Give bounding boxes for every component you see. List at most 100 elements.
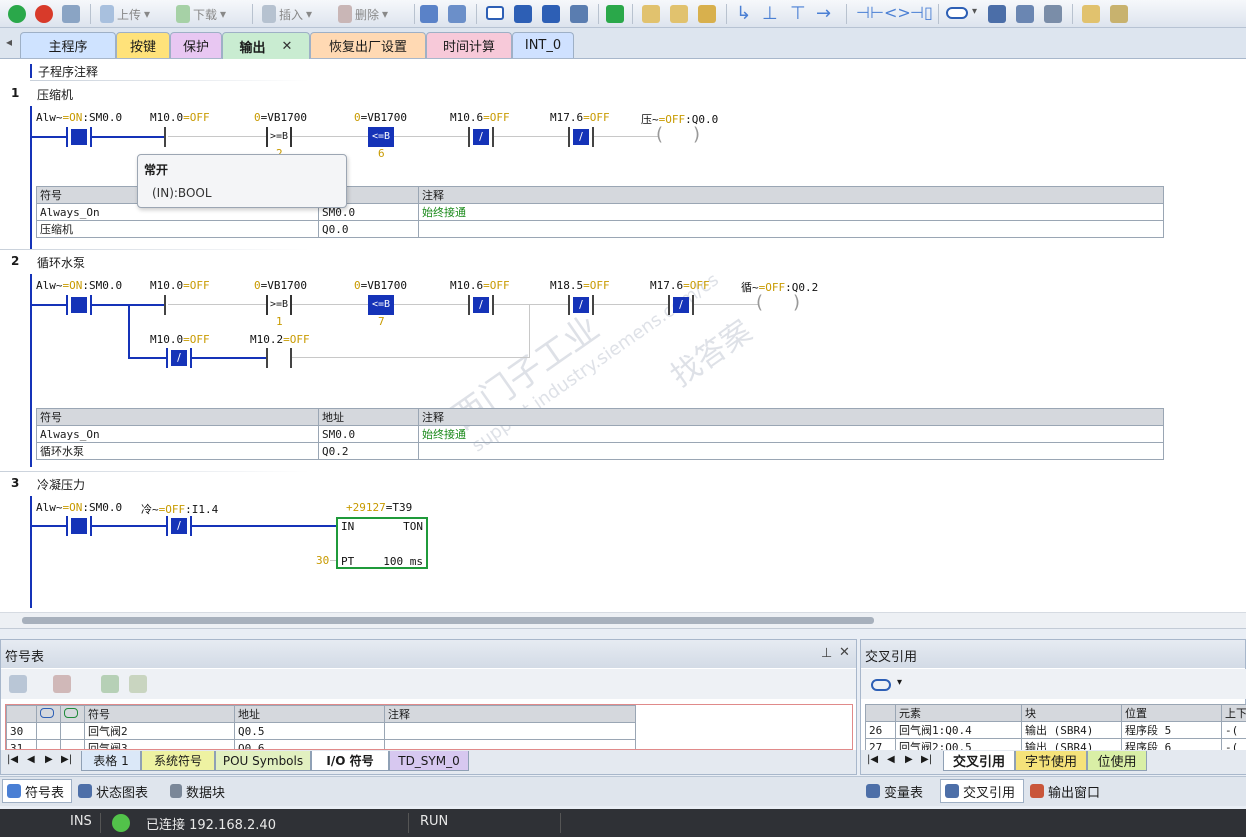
branch-down-icon[interactable]: ↳ bbox=[736, 3, 751, 24]
network-title[interactable]: 冷凝压力 bbox=[37, 476, 85, 493]
table-row[interactable]: 30 回气阀2 Q0.5 bbox=[6, 722, 636, 740]
options-icon[interactable] bbox=[1110, 5, 1128, 23]
tag-icon[interactable] bbox=[946, 7, 968, 19]
bottom-tab-xref[interactable]: 交叉引用 bbox=[940, 779, 1024, 803]
sort-icon[interactable] bbox=[101, 675, 119, 693]
compile-icon[interactable] bbox=[62, 5, 80, 23]
contact-nc[interactable]: / bbox=[668, 295, 694, 315]
timer-box[interactable]: IN TON PT 100 ms bbox=[336, 517, 428, 569]
contact-nc[interactable]: / bbox=[468, 295, 494, 315]
table-row[interactable]: 26 回气阀1:Q0.4 输出 (SBR4) 程序段 5 -( bbox=[865, 721, 1246, 739]
compare-le[interactable]: <=B bbox=[368, 295, 394, 315]
xref-tab-xref[interactable]: 交叉引用 bbox=[943, 751, 1015, 771]
network-title[interactable]: 压缩机 bbox=[37, 86, 73, 103]
goto-icon[interactable] bbox=[514, 5, 532, 23]
bottom-tab-symbol-table[interactable]: 符号表 bbox=[2, 779, 72, 803]
tab-factory-reset[interactable]: 恢复出厂设置 bbox=[310, 32, 426, 58]
output-coil[interactable]: () bbox=[756, 293, 800, 315]
tab-main[interactable]: 主程序 bbox=[20, 32, 116, 58]
delete-row-icon[interactable] bbox=[53, 675, 71, 693]
cell-comment[interactable] bbox=[384, 739, 636, 749]
cell-symbol[interactable]: 回气阀2 bbox=[84, 722, 235, 740]
tab-int0[interactable]: INT_0 bbox=[512, 32, 574, 58]
key-icon[interactable] bbox=[1082, 5, 1100, 23]
contact-no[interactable] bbox=[66, 127, 92, 147]
enter-icon[interactable] bbox=[606, 5, 624, 23]
stop-icon[interactable] bbox=[35, 5, 53, 23]
sheet-next-icon[interactable]: ▶ bbox=[905, 754, 913, 765]
network-view2-icon[interactable] bbox=[448, 5, 466, 23]
clear-icon[interactable] bbox=[570, 5, 588, 23]
compare-ge[interactable]: >=B bbox=[266, 295, 292, 315]
format-icon[interactable] bbox=[1044, 5, 1062, 23]
table-icon[interactable] bbox=[988, 5, 1006, 23]
chevron-down-icon[interactable]: ▾ bbox=[897, 677, 902, 688]
sheet-first-icon[interactable]: |◀ bbox=[7, 754, 18, 765]
cell-address[interactable]: Q0.6 bbox=[234, 739, 385, 749]
xref-grid[interactable]: 元素块位置 上下 26 回气阀1:Q0.4 输出 (SBR4) 程序段 5 -( 27 回气… bbox=[865, 704, 1246, 750]
delete-button[interactable]: 删除 ▾ bbox=[338, 4, 388, 24]
branch-up-icon[interactable]: ⊤ bbox=[790, 3, 806, 24]
contact-no[interactable] bbox=[66, 516, 92, 536]
xref-tab-bit-usage[interactable]: 位使用 bbox=[1087, 751, 1147, 771]
symbol-grid[interactable]: 符号 地址 注释 30 回气阀2 Q0.5 31 回气阀3 Q0.6 bbox=[5, 704, 853, 750]
bottom-tab-output[interactable]: 输出窗口 bbox=[1030, 779, 1100, 803]
tab-protect[interactable]: 保护 bbox=[170, 32, 222, 58]
branch-line-icon[interactable]: ⊥ bbox=[762, 3, 778, 24]
box-insert-icon[interactable]: ⊣▯ bbox=[910, 3, 933, 22]
upload-button[interactable]: 上传 ▾ bbox=[100, 4, 150, 24]
contact-nc[interactable]: / bbox=[166, 348, 192, 368]
sheet-prev-icon[interactable]: ◀ bbox=[27, 754, 35, 765]
box-icon[interactable] bbox=[486, 6, 504, 20]
contact-no[interactable] bbox=[164, 295, 190, 315]
cell-address[interactable]: Q0.5 bbox=[234, 722, 385, 740]
insert-button[interactable]: 插入 ▾ bbox=[262, 4, 312, 24]
network-view-icon[interactable] bbox=[420, 5, 438, 23]
contact-nc[interactable]: / bbox=[468, 127, 494, 147]
bottom-tab-data-block[interactable]: 数据块 bbox=[170, 779, 225, 803]
contact-nc[interactable]: / bbox=[568, 295, 594, 315]
edit-icon[interactable] bbox=[1016, 5, 1034, 23]
bottom-tab-status-chart[interactable]: 状态图表 bbox=[78, 779, 148, 803]
contact-no[interactable] bbox=[164, 127, 190, 147]
apply-icon[interactable] bbox=[129, 675, 147, 693]
sheet-last-icon[interactable]: ▶| bbox=[61, 754, 72, 765]
table-row[interactable]: 31 回气阀3 Q0.6 bbox=[6, 739, 636, 749]
network-title[interactable]: 循环水泵 bbox=[37, 254, 85, 271]
ladder-editor[interactable]: 子程序注释 西门子工业 support.industry.siemens.com… bbox=[0, 59, 1246, 629]
add-row-icon[interactable] bbox=[9, 675, 27, 693]
refresh-icon[interactable] bbox=[542, 5, 560, 23]
close-icon[interactable]: ✕ bbox=[839, 645, 850, 660]
run-icon[interactable] bbox=[8, 5, 26, 23]
bottom-tab-variables[interactable]: 变量表 bbox=[866, 779, 923, 803]
output-coil[interactable]: () bbox=[656, 125, 700, 147]
compare-ge[interactable]: >=B bbox=[266, 127, 292, 147]
contact-nc[interactable]: / bbox=[568, 127, 594, 147]
tab-output[interactable]: 输出 ✕ bbox=[222, 32, 310, 59]
sheet-tab-table1[interactable]: 表格 1 bbox=[81, 751, 141, 771]
sheet-last-icon[interactable]: ▶| bbox=[921, 754, 932, 765]
xref-tab-byte-usage[interactable]: 字节使用 bbox=[1015, 751, 1087, 771]
subroutine-comment[interactable]: 子程序注释 bbox=[38, 63, 98, 80]
contact-no[interactable] bbox=[66, 295, 92, 315]
tab-time-calc[interactable]: 时间计算 bbox=[426, 32, 512, 58]
compare-le[interactable]: <=B bbox=[368, 127, 394, 147]
lock-icon[interactable] bbox=[642, 5, 660, 23]
lock-open-icon[interactable] bbox=[670, 5, 688, 23]
close-icon[interactable]: ✕ bbox=[282, 39, 293, 54]
contact-icon[interactable]: ⊣⊢ bbox=[856, 3, 884, 22]
pin-icon[interactable]: ⊥ bbox=[821, 646, 832, 661]
editor-scrollbar[interactable] bbox=[0, 612, 1246, 628]
cell-symbol[interactable]: 回气阀3 bbox=[84, 739, 235, 749]
lock-edit-icon[interactable] bbox=[698, 5, 716, 23]
tag-dropdown-icon[interactable]: ▾ bbox=[972, 6, 977, 17]
sheet-prev-icon[interactable]: ◀ bbox=[887, 754, 895, 765]
contact-no[interactable] bbox=[266, 348, 292, 368]
tab-scroll-left-icon[interactable]: ◂ bbox=[6, 35, 12, 49]
sheet-tab-pou[interactable]: POU Symbols bbox=[215, 751, 311, 771]
sheet-next-icon[interactable]: ▶ bbox=[45, 754, 53, 765]
tab-keys[interactable]: 按键 bbox=[116, 32, 170, 58]
scrollbar-thumb[interactable] bbox=[22, 617, 874, 624]
coil-icon[interactable]: <> bbox=[884, 3, 911, 22]
sheet-tab-system[interactable]: 系统符号 bbox=[141, 751, 215, 771]
